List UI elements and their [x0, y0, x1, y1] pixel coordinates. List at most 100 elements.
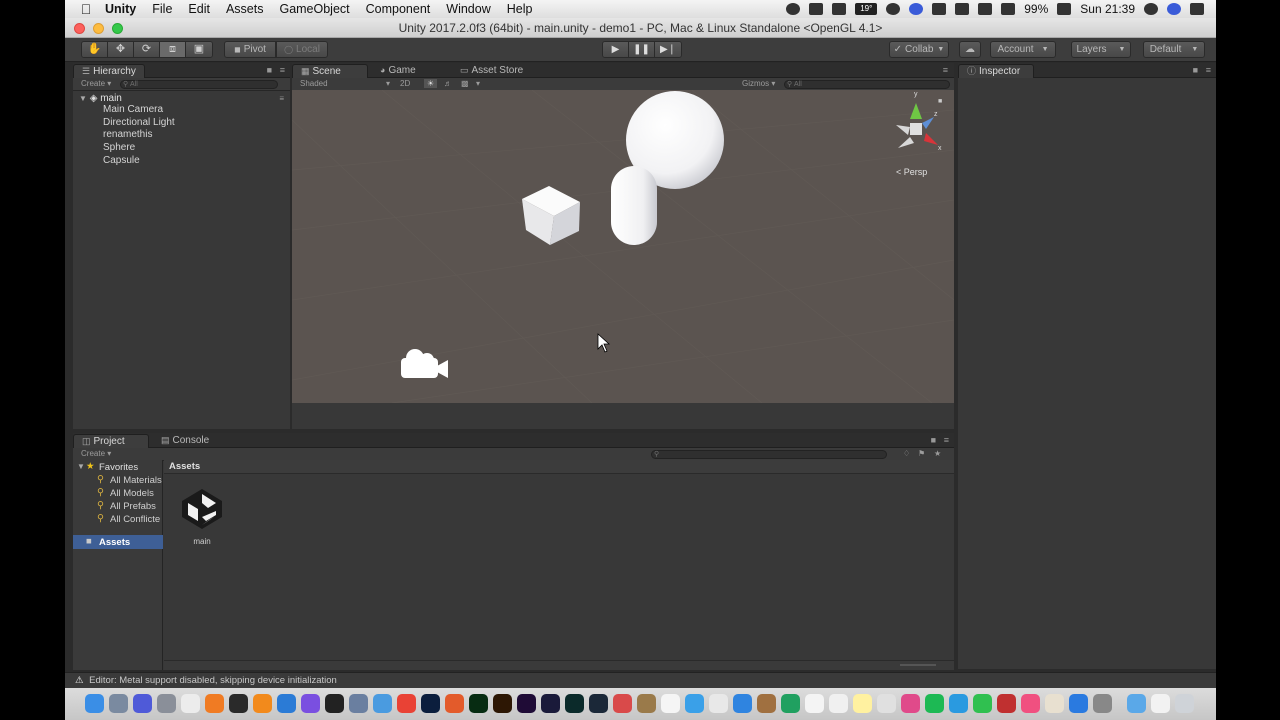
illustrator-icon[interactable]: [493, 694, 512, 713]
sublime-icon[interactable]: [205, 694, 224, 713]
panel-menu-icon[interactable]: ≡: [1206, 65, 1211, 75]
filter-label-icon[interactable]: ⚑: [918, 449, 925, 458]
zoom-window-button[interactable]: [112, 23, 123, 34]
dreamweaver-icon[interactable]: [469, 694, 488, 713]
hierarchy-create-button[interactable]: Create ▾: [81, 79, 111, 88]
menu-file[interactable]: File: [144, 2, 180, 16]
hierarchy-search-input[interactable]: ⚲ All: [120, 80, 278, 89]
preview-icon[interactable]: [109, 694, 128, 713]
finder-icon[interactable]: [85, 694, 104, 713]
favorite-all-models[interactable]: All Models: [110, 488, 154, 499]
scene-search-input[interactable]: ⚲ All: [784, 80, 950, 89]
terminal-icon[interactable]: [229, 694, 248, 713]
scene-menu-icon[interactable]: ≡: [279, 94, 284, 103]
layout-dropdown[interactable]: Default ▼: [1143, 41, 1205, 58]
after-effects-icon[interactable]: [541, 694, 560, 713]
layers-dropdown[interactable]: Layers ▼: [1071, 41, 1131, 58]
scale-tool-icon[interactable]: ⧈: [160, 42, 186, 57]
app-store-icon[interactable]: [1069, 694, 1088, 713]
blender-icon[interactable]: [445, 694, 464, 713]
imovie-icon[interactable]: [301, 694, 320, 713]
siri-icon[interactable]: [1167, 3, 1181, 15]
favorite-all-prefabs[interactable]: All Prefabs: [110, 501, 156, 512]
close-window-button[interactable]: [74, 23, 85, 34]
photos-icon[interactable]: [901, 694, 920, 713]
notes-icon[interactable]: [853, 694, 872, 713]
hierarchy-item-capsule[interactable]: Capsule: [103, 155, 140, 166]
tab-scene[interactable]: ▦ Scene: [292, 64, 368, 78]
app-icon[interactable]: [757, 694, 776, 713]
cube-object[interactable]: [522, 186, 580, 245]
hierarchy-item-sphere[interactable]: Sphere: [103, 142, 135, 153]
effects-toggle-icon[interactable]: ▩: [461, 79, 469, 88]
tab-game[interactable]: ◕ Game: [372, 64, 424, 78]
shading-mode-dropdown[interactable]: Shaded: [300, 79, 328, 88]
spotlight-search-icon[interactable]: [1144, 3, 1158, 15]
clock[interactable]: Sun 21:39: [1080, 2, 1135, 16]
notification-icon[interactable]: [832, 3, 847, 15]
unity-icon[interactable]: [325, 694, 344, 713]
project-search-input[interactable]: ⚲: [651, 450, 887, 459]
minimize-window-button[interactable]: [93, 23, 104, 34]
panel-menu-icon[interactable]: ≡: [944, 435, 949, 445]
scene-root[interactable]: ▼ ◈ main: [79, 93, 122, 104]
hand-tool-icon[interactable]: ✋: [82, 42, 108, 57]
audio-toggle-icon[interactable]: ♬: [444, 79, 452, 88]
airplay-icon[interactable]: [978, 3, 993, 15]
lock-icon[interactable]: ■: [931, 435, 936, 445]
ibooks-icon[interactable]: [1045, 694, 1064, 713]
safari-icon[interactable]: [733, 694, 752, 713]
downloads-folder-icon[interactable]: [1127, 694, 1146, 713]
menu-gameobject[interactable]: GameObject: [271, 2, 357, 16]
wifi-icon[interactable]: [955, 3, 970, 15]
menu-help[interactable]: Help: [499, 2, 541, 16]
volume-icon[interactable]: [1001, 3, 1016, 15]
record-icon[interactable]: [786, 3, 801, 15]
favorite-star-icon[interactable]: ★: [934, 449, 941, 458]
asset-item-main[interactable]: main: [178, 487, 226, 549]
trash-icon[interactable]: [1175, 694, 1194, 713]
toggle-2d-button[interactable]: 2D: [400, 79, 410, 88]
apple-icon[interactable]: : [75, 1, 97, 17]
notification-center-icon[interactable]: [1190, 3, 1204, 15]
textedit-icon[interactable]: [181, 694, 200, 713]
launchpad-icon[interactable]: [157, 694, 176, 713]
spotify-icon[interactable]: [925, 694, 944, 713]
temperature-badge[interactable]: 19°: [855, 3, 878, 15]
calendar-icon[interactable]: [805, 694, 824, 713]
panel-menu-icon[interactable]: ≡: [280, 65, 285, 75]
app-icon[interactable]: [613, 694, 632, 713]
gizmos-dropdown[interactable]: Gizmos ▾: [742, 79, 775, 88]
utility-icon[interactable]: [349, 694, 368, 713]
collab-dropdown[interactable]: ✓ Collab ▼: [889, 41, 949, 58]
system-preferences-icon[interactable]: [1093, 694, 1112, 713]
app-icon[interactable]: [709, 694, 728, 713]
app-icon[interactable]: [781, 694, 800, 713]
reminders-icon[interactable]: [877, 694, 896, 713]
audition-icon[interactable]: [565, 694, 584, 713]
xcode-icon[interactable]: [373, 694, 392, 713]
bluetooth-icon[interactable]: [932, 3, 947, 15]
play-button[interactable]: ▶: [603, 42, 629, 57]
app-icon[interactable]: [685, 694, 704, 713]
panel-menu-icon[interactable]: ≡: [943, 65, 948, 75]
icon-size-slider[interactable]: [900, 664, 936, 666]
projection-label[interactable]: < Persp: [896, 167, 927, 177]
scene-viewport[interactable]: y z x ■ < Persp: [292, 90, 954, 403]
menu-app-unity[interactable]: Unity: [97, 2, 144, 16]
hierarchy-item-directional-light[interactable]: Directional Light: [103, 117, 175, 128]
cloud-services-button[interactable]: ☁: [959, 41, 981, 58]
breadcrumb[interactable]: Assets: [169, 461, 200, 472]
tab-console[interactable]: ▤ Console: [153, 434, 217, 448]
menu-component[interactable]: Component: [358, 2, 439, 16]
local-toggle-button[interactable]: ◯ Local: [276, 41, 328, 58]
step-button[interactable]: ▶❘: [655, 42, 681, 57]
menu-assets[interactable]: Assets: [218, 2, 272, 16]
assets-folder-row[interactable]: ■ Assets: [73, 535, 163, 549]
scene-orientation-gizmo[interactable]: y z x ■ < Persp: [890, 91, 952, 183]
battery-percent[interactable]: 99%: [1024, 2, 1048, 16]
facetime-icon[interactable]: [973, 694, 992, 713]
expand-arrow-icon[interactable]: ▼: [77, 462, 85, 471]
favorite-all-conflicted[interactable]: All Conflicte: [110, 514, 160, 525]
tab-hierarchy[interactable]: ☰ Hierarchy: [73, 64, 145, 78]
